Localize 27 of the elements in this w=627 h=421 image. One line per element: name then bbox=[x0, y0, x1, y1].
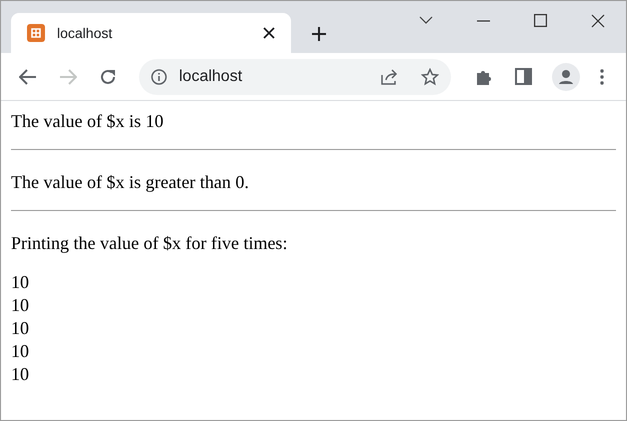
output-line: 10 bbox=[11, 340, 30, 363]
profile-avatar-icon[interactable] bbox=[552, 62, 580, 90]
minimize-icon[interactable] bbox=[477, 20, 490, 22]
side-panel-icon[interactable] bbox=[515, 68, 532, 85]
menu-icon[interactable] bbox=[600, 68, 604, 84]
output-line: 10 bbox=[11, 271, 30, 294]
output-line: 10 bbox=[11, 317, 30, 340]
output-line: 10 bbox=[11, 363, 30, 386]
text-line: The value of $x is greater than 0. bbox=[11, 171, 250, 194]
browser-tab[interactable]: localhost bbox=[11, 13, 291, 53]
address-bar[interactable]: localhost bbox=[139, 58, 451, 94]
share-icon[interactable] bbox=[381, 68, 399, 84]
maximize-icon[interactable] bbox=[534, 14, 547, 27]
tab-title: localhost bbox=[57, 24, 114, 42]
info-icon[interactable] bbox=[151, 68, 167, 84]
app-logo-icon bbox=[27, 24, 45, 42]
new-tab-icon[interactable] bbox=[311, 26, 327, 42]
url-text: localhost bbox=[179, 66, 244, 86]
close-icon[interactable] bbox=[591, 14, 605, 28]
chevron-down-icon[interactable] bbox=[419, 16, 433, 24]
text-line: The value of $x is 10 bbox=[11, 110, 164, 133]
close-icon[interactable] bbox=[263, 27, 275, 39]
reload-icon[interactable] bbox=[99, 68, 117, 86]
star-icon[interactable] bbox=[421, 68, 439, 86]
output-line: 10 bbox=[11, 294, 30, 317]
text-line: Printing the value of $x for five times: bbox=[11, 232, 288, 255]
back-arrow-icon[interactable] bbox=[19, 68, 37, 84]
